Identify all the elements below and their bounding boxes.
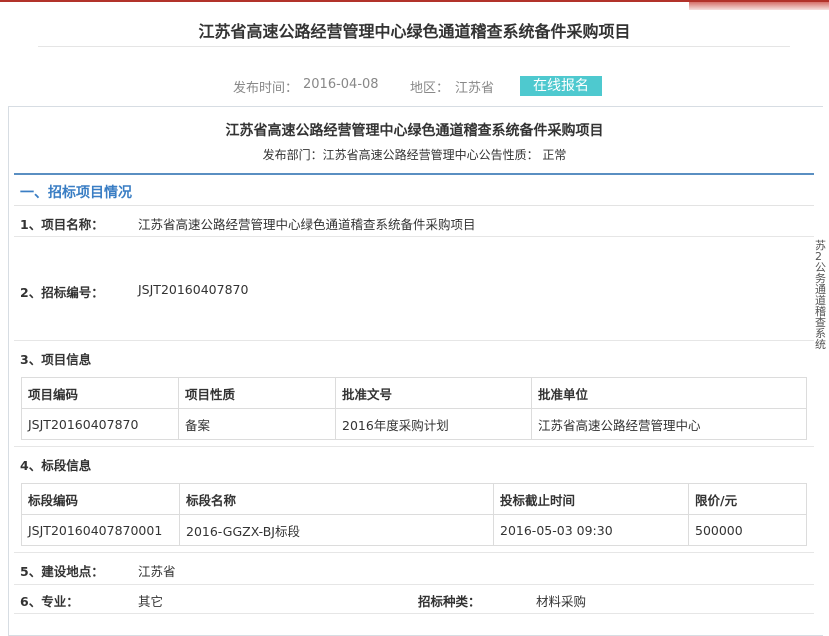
top-right-gradient xyxy=(689,2,829,10)
publish-time-label: 发布时间： xyxy=(233,81,299,96)
row-divider xyxy=(14,340,814,341)
table-header-cell: 标段名称 xyxy=(179,483,494,515)
table-header-cell: 批准单位 xyxy=(531,377,807,409)
detail-dept-line: 发布部门：江苏省高速公路经营管理中心公告性质： 正常 xyxy=(262,148,567,162)
table-header-cell: 项目编码 xyxy=(21,377,179,409)
table-row: JSJT20160407870001 2016-GGZX-BJ标段 2016-0… xyxy=(21,514,807,546)
bid-type-value: 材料采购 xyxy=(536,594,587,609)
bid-type-label: 招标种类： xyxy=(418,594,481,609)
bid-no-label: 2、招标编号： xyxy=(20,285,104,300)
table-cell: 江苏省高速公路经营管理中心 xyxy=(531,408,807,440)
row-divider xyxy=(14,584,814,585)
table-header-cell: 批准文号 xyxy=(335,377,532,409)
section-underline xyxy=(14,205,814,206)
project-name-label: 1、项目名称： xyxy=(20,217,104,232)
table-cell: 备案 xyxy=(178,408,336,440)
project-info-label: 3、项目信息 xyxy=(20,352,92,367)
side-floating-text[interactable]: 苏2公务通道稽查系统 xyxy=(815,240,829,350)
table-cell: 500000 xyxy=(688,514,807,546)
table-header-row: 标段编码 标段名称 投标截止时间 限价/元 xyxy=(21,483,807,515)
location-label: 5、建设地点： xyxy=(20,564,104,579)
region-label: 地区： xyxy=(410,81,450,96)
table-cell: JSJT20160407870 xyxy=(21,408,179,440)
project-name-value: 江苏省高速公路经营管理中心绿色通道稽查系统备件采购项目 xyxy=(138,217,476,232)
table-header-cell: 限价/元 xyxy=(688,483,807,515)
project-info-table: 项目编码 项目性质 批准文号 批准单位 JSJT20160407870 备案 2… xyxy=(21,377,807,440)
table-header-cell: 项目性质 xyxy=(178,377,336,409)
table-header-cell: 标段编码 xyxy=(21,483,180,515)
title-divider xyxy=(38,46,790,47)
section-heading: 一、招标项目情况 xyxy=(20,185,132,201)
section-info-label: 4、标段信息 xyxy=(20,458,92,473)
table-header-row: 项目编码 项目性质 批准文号 批准单位 xyxy=(21,377,807,409)
region-value: 江苏省 xyxy=(455,81,495,96)
major-value: 其它 xyxy=(138,594,164,609)
page-title: 江苏省高速公路经营管理中心绿色通道稽查系统备件采购项目 xyxy=(198,22,631,41)
location-value: 江苏省 xyxy=(138,564,176,579)
section-top-line xyxy=(14,173,814,175)
major-label: 6、专业： xyxy=(20,594,79,609)
row-divider xyxy=(14,236,814,237)
table-cell: 2016-GGZX-BJ标段 xyxy=(179,514,494,546)
table-cell: JSJT20160407870001 xyxy=(21,514,180,546)
publish-time-value: 2016-04-08 xyxy=(303,77,379,92)
table-cell: 2016-05-03 09:30 xyxy=(493,514,689,546)
online-signup-button[interactable]: 在线报名 xyxy=(520,76,602,96)
section-info-table: 标段编码 标段名称 投标截止时间 限价/元 JSJT20160407870001… xyxy=(21,483,807,546)
row-divider xyxy=(14,613,814,614)
detail-title: 江苏省高速公路经营管理中心绿色通道稽查系统备件采购项目 xyxy=(225,123,604,139)
row-divider xyxy=(14,446,814,447)
table-cell: 2016年度采购计划 xyxy=(335,408,532,440)
table-row: JSJT20160407870 备案 2016年度采购计划 江苏省高速公路经营管… xyxy=(21,408,807,440)
row-divider xyxy=(14,552,814,553)
bid-no-value: JSJT20160407870 xyxy=(138,282,249,297)
table-header-cell: 投标截止时间 xyxy=(493,483,689,515)
top-header-strip xyxy=(0,0,829,10)
